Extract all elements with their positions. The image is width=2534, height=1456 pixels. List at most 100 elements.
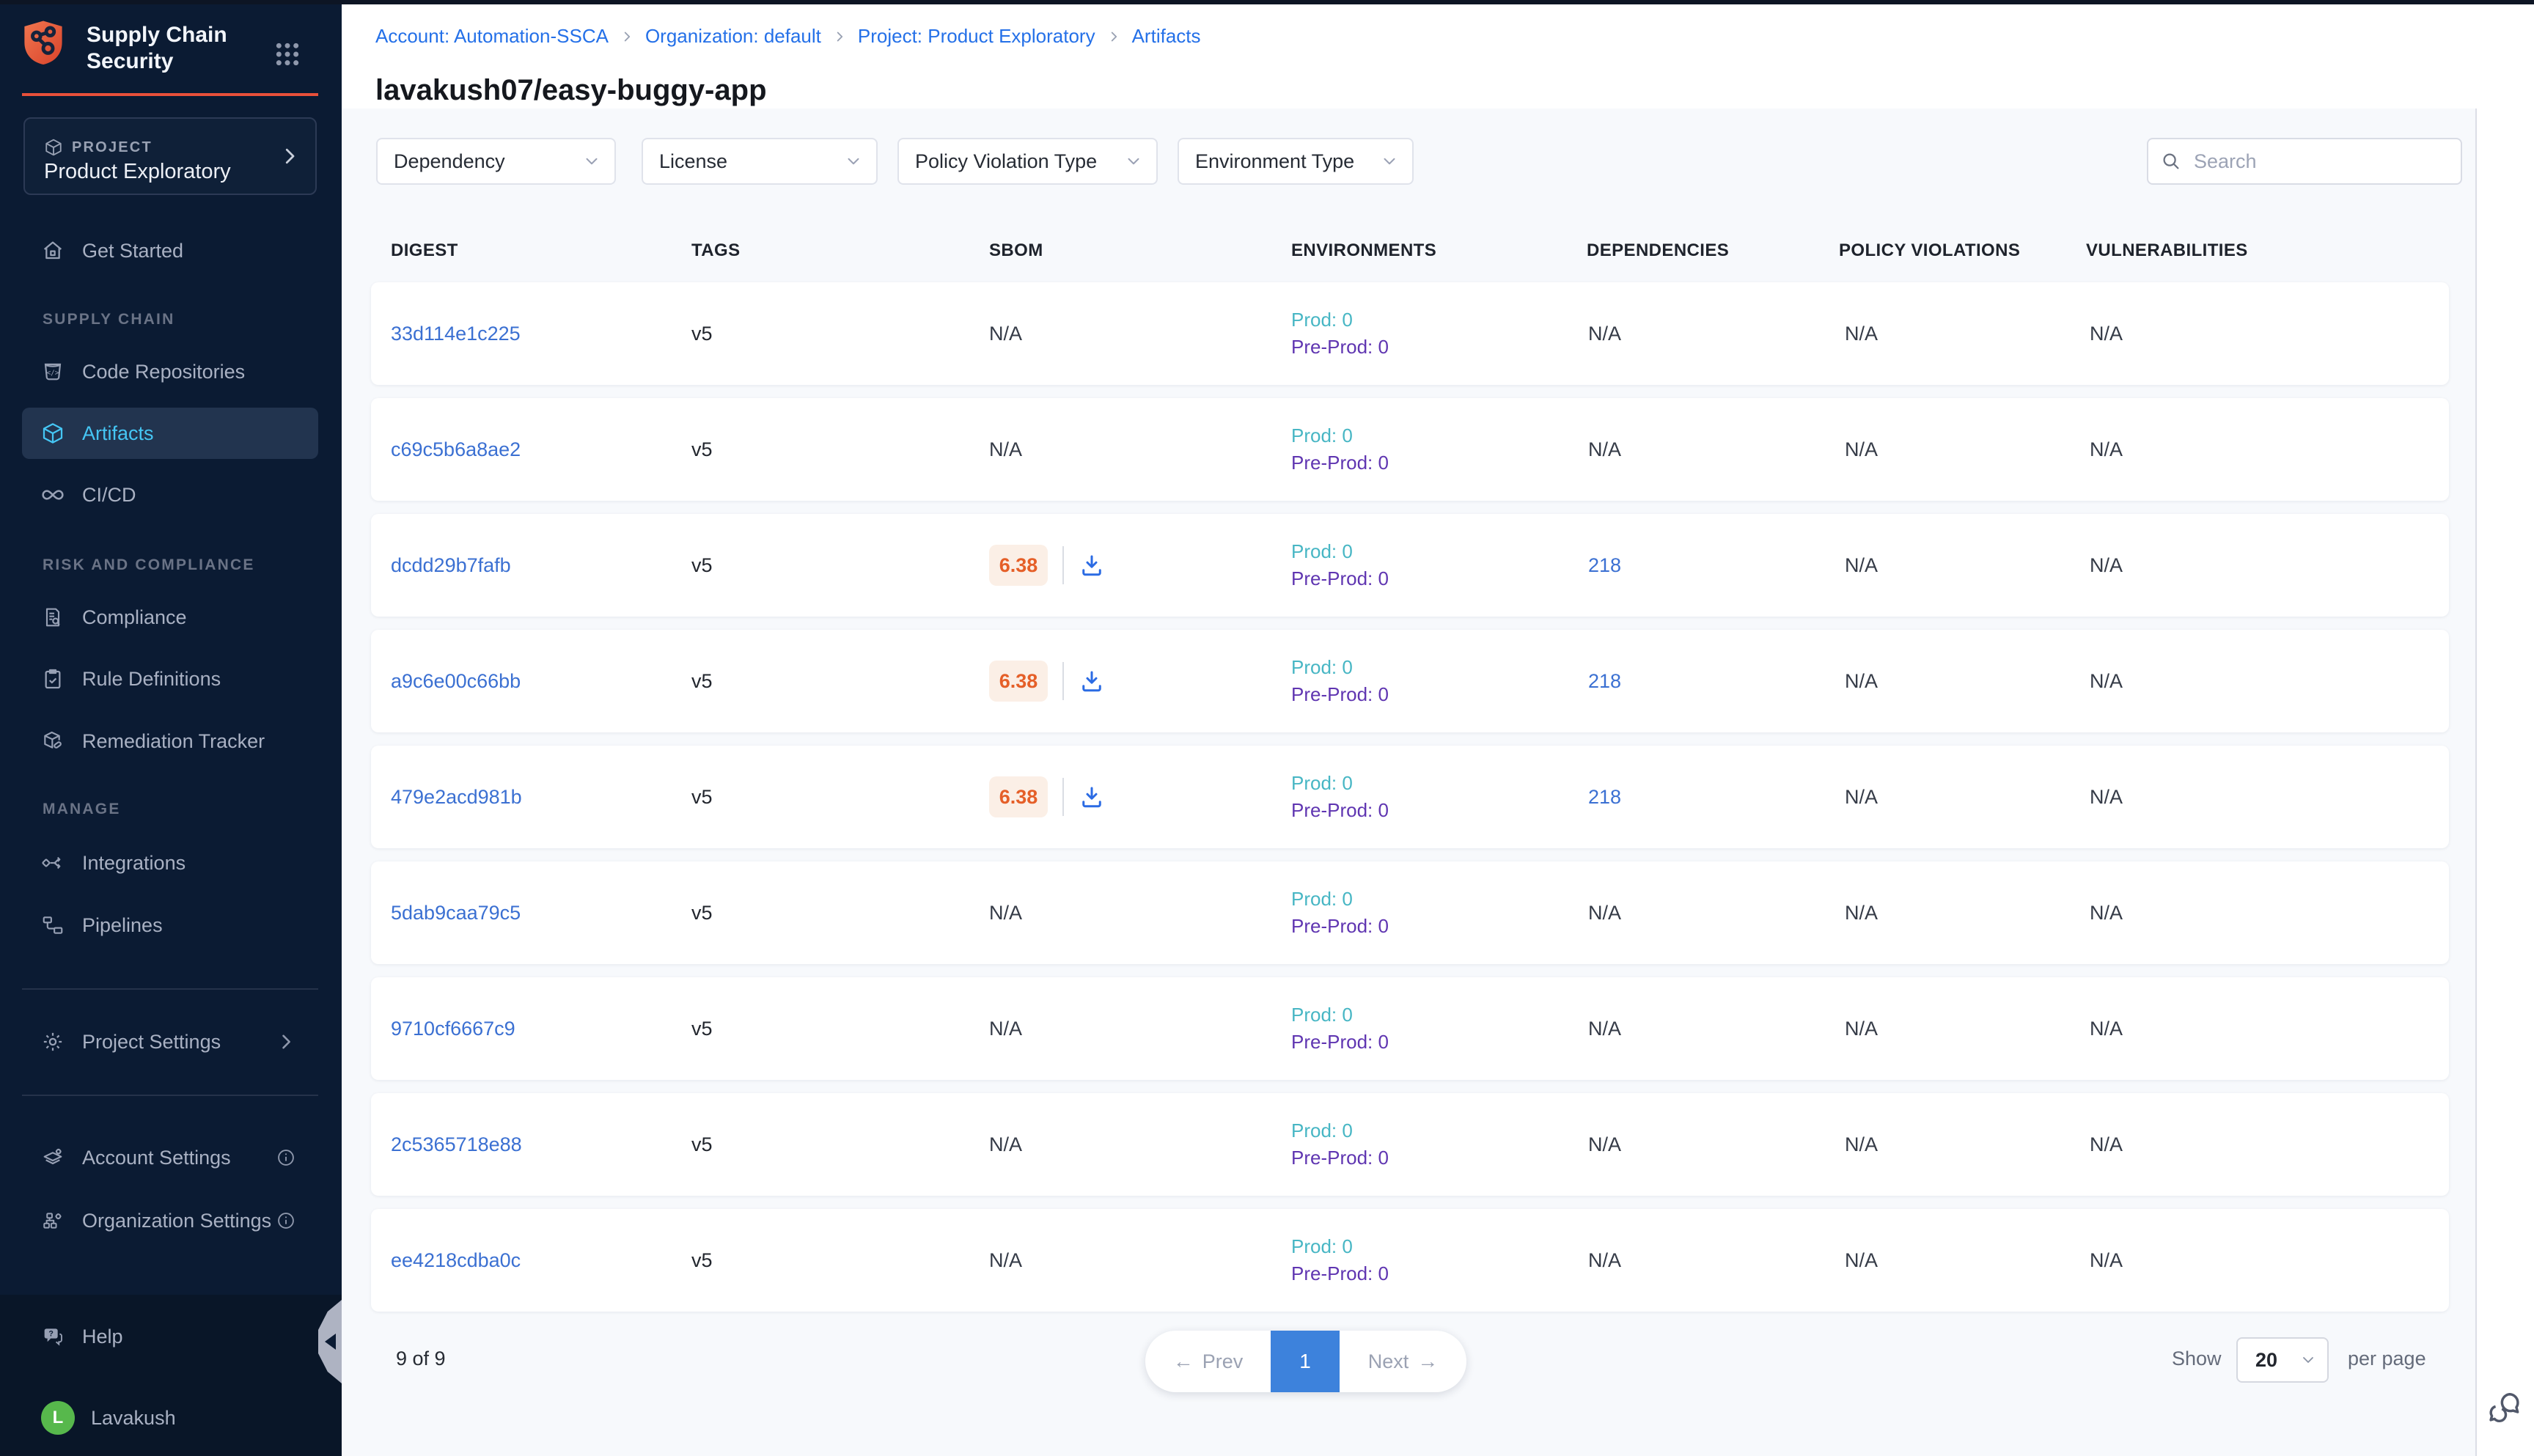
policy-violations-value: N/A — [1845, 1209, 1878, 1312]
digest-link[interactable]: 479e2acd981b — [391, 746, 522, 848]
sidebar-item-label: Integrations — [82, 852, 186, 875]
sidebar-section-label: SUPPLY CHAIN — [43, 311, 175, 328]
preprod-count: Pre-Prod: 0 — [1291, 565, 1389, 592]
sidebar-item-label: Code Repositories — [82, 361, 245, 383]
tag-value: v5 — [691, 1209, 713, 1312]
sidebar: Supply Chain Security PROJECT Product Ex… — [0, 0, 342, 1456]
digest-link[interactable]: c69c5b6a8ae2 — [391, 398, 521, 501]
sidebar-item-rule-definitions[interactable]: Rule Definitions — [22, 653, 318, 705]
digest-link[interactable]: dcdd29b7fafb — [391, 514, 511, 617]
sbom-score-badge: 6.38 — [989, 776, 1048, 817]
prev-page-button[interactable]: ← Prev — [1145, 1331, 1271, 1392]
sidebar-item-integrations[interactable]: Integrations — [22, 837, 318, 889]
show-label: Show — [2172, 1347, 2222, 1370]
sidebar-item-label: Account Settings — [82, 1147, 231, 1169]
sidebar-item-project-settings[interactable]: Project Settings — [22, 1016, 318, 1067]
sidebar-item-pipelines[interactable]: Pipelines — [22, 900, 318, 951]
cube-icon — [41, 422, 65, 445]
row-count: 9 of 9 — [396, 1347, 446, 1370]
next-page-button[interactable]: Next → — [1340, 1331, 1466, 1392]
prod-count: Prod: 0 — [1291, 770, 1389, 797]
chevron-down-icon — [1380, 152, 1399, 171]
tag-value: v5 — [691, 861, 713, 964]
project-selector[interactable]: PROJECT Product Exploratory — [23, 117, 317, 195]
sidebar-item-code-repositories[interactable]: </>Code Repositories — [22, 346, 318, 397]
environments-cell: Prod: 0 Pre-Prod: 0 — [1291, 770, 1389, 824]
sbom-value: N/A — [989, 902, 1022, 924]
vulnerabilities-value: N/A — [2090, 746, 2123, 848]
page-1-button[interactable]: 1 — [1271, 1331, 1340, 1392]
sidebar-item-label: Rule Definitions — [82, 668, 221, 691]
sbom-cell: 6.38 — [989, 746, 1105, 848]
sidebar-item-label: Compliance — [82, 606, 187, 629]
filter-label: Dependency — [394, 150, 505, 173]
artifact-row: 5dab9caa79c5 v5 N/A Prod: 0 Pre-Prod: 0 … — [371, 861, 2449, 964]
tag-value: v5 — [691, 630, 713, 732]
chevron-down-icon — [1124, 152, 1143, 171]
info-icon[interactable] — [276, 1210, 296, 1231]
module-grid-icon[interactable] — [273, 40, 302, 69]
brand-accent-divider — [22, 93, 318, 96]
download-sbom-button[interactable] — [1079, 784, 1105, 810]
user-menu[interactable]: L Lavakush — [22, 1392, 318, 1444]
sidebar-item-get-started[interactable]: Get Started — [22, 225, 318, 276]
info-icon[interactable] — [276, 1147, 296, 1168]
sidebar-item-organization-settings[interactable]: Organization Settings — [22, 1195, 318, 1246]
breadcrumb-account[interactable]: Account: Automation-SSCA — [375, 25, 609, 48]
chevron-down-icon — [844, 152, 863, 171]
arrow-right-icon: → — [1417, 1351, 1438, 1372]
right-gutter — [2475, 109, 2534, 1456]
preprod-count: Pre-Prod: 0 — [1291, 913, 1389, 940]
dependencies-value: N/A — [1588, 861, 1621, 964]
user-name: Lavakush — [91, 1407, 176, 1430]
page-title: lavakush07/easy-buggy-app — [375, 74, 767, 107]
divider — [22, 1095, 318, 1096]
dependencies-link[interactable]: 218 — [1588, 514, 1621, 617]
svg-text:?: ? — [48, 1329, 54, 1338]
artifact-row: 2c5365718e88 v5 N/A Prod: 0 Pre-Prod: 0 … — [371, 1093, 2449, 1196]
search-input[interactable] — [2192, 150, 2434, 174]
dependencies-value: N/A — [1588, 1209, 1621, 1312]
sidebar-item-ci-cd[interactable]: CI/CD — [22, 469, 318, 521]
divider — [22, 988, 318, 990]
filter-license[interactable]: License — [642, 138, 878, 185]
sbom-cell: N/A — [989, 1093, 1022, 1196]
digest-link[interactable]: a9c6e00c66bb — [391, 630, 521, 732]
vulnerabilities-value: N/A — [2090, 1093, 2123, 1196]
sidebar-item-help[interactable]: ? Help — [22, 1311, 318, 1362]
column-header-policy-violations: POLICY VIOLATIONS — [1839, 240, 2020, 261]
sidebar-item-label: Get Started — [82, 240, 183, 262]
chat-support-icon[interactable] — [2486, 1387, 2524, 1425]
sbom-value: N/A — [989, 1249, 1022, 1272]
digest-link[interactable]: ee4218cdba0c — [391, 1209, 521, 1312]
breadcrumb-project[interactable]: Project: Product Exploratory — [858, 25, 1095, 48]
preprod-count: Pre-Prod: 0 — [1291, 1029, 1389, 1056]
filter-dependency[interactable]: Dependency — [376, 138, 616, 185]
doc-search-icon — [41, 606, 65, 629]
vulnerabilities-value: N/A — [2090, 630, 2123, 732]
digest-link[interactable]: 9710cf6667c9 — [391, 977, 515, 1080]
column-header-dependencies: DEPENDENCIES — [1587, 240, 1729, 261]
sidebar-item-label: Help — [82, 1326, 123, 1348]
dependencies-link[interactable]: 218 — [1588, 746, 1621, 848]
breadcrumb-artifacts[interactable]: Artifacts — [1132, 25, 1201, 48]
sidebar-item-compliance[interactable]: Compliance — [22, 592, 318, 643]
filter-policy-violation-type[interactable]: Policy Violation Type — [897, 138, 1158, 185]
digest-link[interactable]: 5dab9caa79c5 — [391, 861, 521, 964]
sidebar-item-remediation-tracker[interactable]: Remediation Tracker — [22, 716, 318, 767]
filter-environment-type[interactable]: Environment Type — [1178, 138, 1414, 185]
sidebar-item-artifacts[interactable]: Artifacts — [22, 408, 318, 459]
sbom-cell: N/A — [989, 1209, 1022, 1312]
tag-value: v5 — [691, 1093, 713, 1196]
breadcrumb-organization[interactable]: Organization: default — [645, 25, 821, 48]
download-sbom-button[interactable] — [1079, 552, 1105, 578]
column-header-environments: ENVIRONMENTS — [1291, 240, 1436, 261]
sidebar-item-account-settings[interactable]: Account Settings — [22, 1132, 318, 1183]
page-size-select[interactable]: 20 — [2236, 1337, 2329, 1383]
dependencies-value: N/A — [1588, 398, 1621, 501]
download-sbom-button[interactable] — [1079, 668, 1105, 694]
digest-link[interactable]: 33d114e1c225 — [391, 282, 521, 385]
infinity-icon — [41, 483, 65, 507]
digest-link[interactable]: 2c5365718e88 — [391, 1093, 522, 1196]
dependencies-link[interactable]: 218 — [1588, 630, 1621, 732]
